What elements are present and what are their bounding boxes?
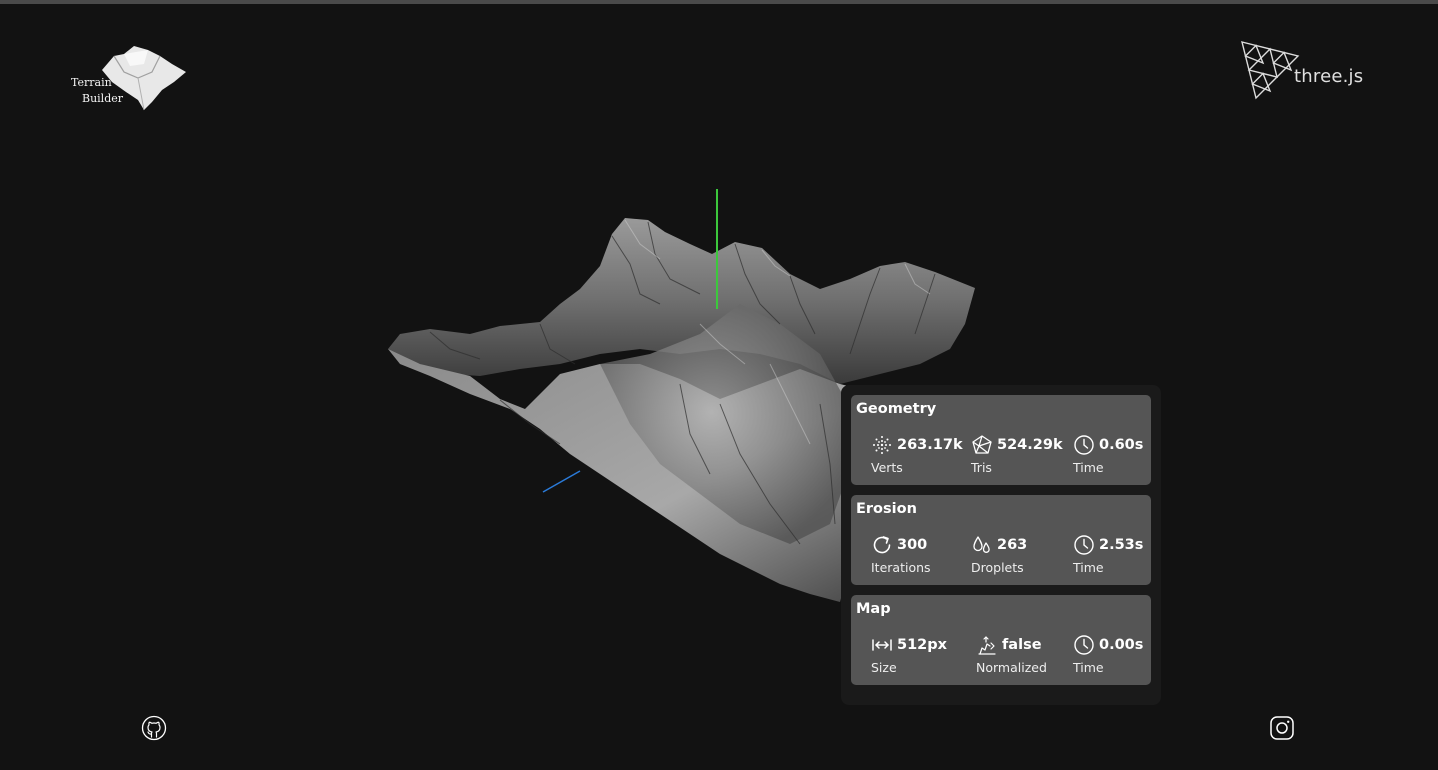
stat-map-time: 0.00s Time [1073,633,1143,681]
threejs-logo[interactable]: three.js [1238,38,1368,102]
droplets-icon [973,536,990,553]
stat-iterations: 300 Iterations [871,533,931,581]
normalize-icon [978,636,996,655]
threejs-logo-text: three.js [1294,66,1364,87]
map-title: Map [856,601,891,617]
stat-erosion-time: 2.53s Time [1073,533,1143,581]
geometry-time-value: 0.60s [1099,437,1144,453]
stat-size: 512px Size [871,633,947,681]
iterations-value: 300 [897,537,928,553]
erosion-card: Erosion 300 Iterations 263 Droplets 2.53… [851,495,1151,585]
stat-verts: 263.17k Verts [871,433,963,481]
terrain-canvas[interactable] [0,4,1438,770]
verts-label: Verts [871,460,903,475]
map-card: Map 512px Size false Normalized 0.00s Ti… [851,595,1151,685]
erosion-time-value: 2.53s [1099,537,1144,553]
map-time-value: 0.00s [1099,637,1144,653]
threejs-triangle-icon [1241,41,1300,100]
stat-droplets: 263 Droplets [971,533,1027,581]
vertices-icon [873,436,891,454]
x-axis-line [542,470,581,493]
width-arrows-icon [872,639,892,651]
instagram-icon [1270,716,1294,740]
erosion-time-label: Time [1073,560,1104,575]
erosion-title: Erosion [856,501,917,517]
map-time-label: Time [1073,660,1104,675]
app-logo[interactable]: Terrain Builder [68,42,198,114]
stats-panel: Geometry 263.17k Verts 524.29k Tris 0.60… [841,385,1161,705]
mountain-logo-icon [102,46,186,111]
stat-normalized: false Normalized [976,633,1047,681]
size-label: Size [871,660,897,675]
tris-value: 524.29k [997,437,1063,453]
refresh-icon [873,536,891,554]
github-link[interactable] [141,715,167,741]
normalized-label: Normalized [976,660,1047,675]
stat-tris: 524.29k Tris [971,433,1063,481]
iterations-label: Iterations [871,560,931,575]
droplets-label: Droplets [971,560,1024,575]
instagram-link[interactable] [1269,715,1295,741]
github-icon [141,715,167,741]
geometry-title: Geometry [856,401,937,417]
size-value: 512px [897,637,947,653]
tris-label: Tris [971,460,992,475]
clock-icon [1074,635,1094,655]
clock-icon [1074,435,1094,455]
droplets-value: 263 [997,537,1028,553]
verts-value: 263.17k [897,437,963,453]
geometry-time-label: Time [1073,460,1104,475]
stat-geometry-time: 0.60s Time [1073,433,1143,481]
geometry-card: Geometry 263.17k Verts 524.29k Tris 0.60… [851,395,1151,485]
clock-icon [1074,535,1094,555]
triangles-icon [972,435,992,454]
viewport[interactable]: Terrain Builder three.js Geometry 263.17… [0,0,1438,770]
normalized-value: false [1002,637,1042,653]
